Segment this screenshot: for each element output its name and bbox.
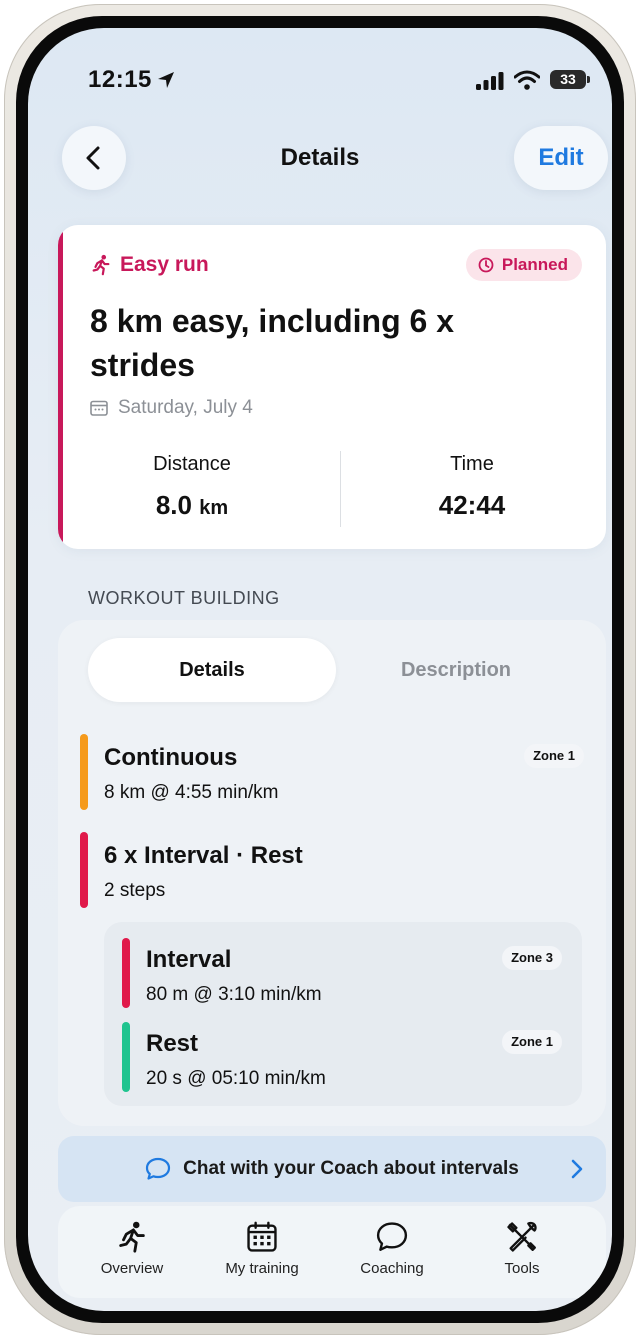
chat-bubble-icon [146,1157,171,1180]
step-repeat[interactable]: 6 x Interval · Rest 2 steps [80,832,584,910]
status-time: 12:15 [88,66,152,93]
step-name: Rest [146,1030,199,1057]
screen: 12:15 33 Details Edit Easy run Planned 8… [28,28,612,1311]
workout-type: Easy run [90,253,209,277]
workout-date-label: Saturday, July 4 [118,397,253,418]
step-name: 6 x Interval · Rest [104,842,303,869]
time-label: Time [450,453,494,475]
step-continuous[interactable]: Continuous 8 km @ 4:55 min/km Zone 1 [80,734,584,812]
tab-details[interactable]: Details [88,638,336,702]
distance-label: Distance [153,453,231,475]
workout-summary-card[interactable]: Easy run Planned 8 km easy, including 6 … [58,225,606,549]
nav-tools[interactable]: Tools [462,1220,582,1277]
section-label: WORKOUT BUILDING [88,588,280,608]
stat-divider [340,451,341,527]
distance-unit: km [199,497,229,519]
step-detail: 2 steps [104,880,166,901]
nav-overview[interactable]: Overview [72,1220,192,1277]
step-color-bar [80,734,88,810]
wifi-icon [514,70,540,90]
status-bar: 12:15 33 [28,28,612,118]
clock-icon [478,257,494,273]
nav-coaching[interactable]: Coaching [332,1220,452,1277]
step-color-bar [122,938,130,1008]
tools-icon [507,1221,537,1252]
calendar-small-icon [90,400,108,416]
step-name: Continuous [104,744,238,771]
workout-type-label: Easy run [120,253,209,276]
step-color-bar [80,832,88,908]
phone-bezel: 12:15 33 Details Edit Easy run Planned 8… [16,16,624,1323]
time-stat: Time 42:44 [342,453,602,521]
nav-label: Tools [504,1260,540,1277]
status-badge-label: Planned [501,255,568,274]
substep-interval[interactable]: Interval 80 m @ 3:10 min/km Zone 3 [122,938,562,1010]
edit-button[interactable]: Edit [514,126,608,190]
zone-badge: Zone 3 [502,946,562,970]
nav-label: Overview [100,1260,164,1277]
workout-title: 8 km easy, including 6 x strides [90,303,454,383]
cellular-signal-icon [476,72,504,90]
chevron-right-icon [571,1159,583,1179]
chat-bubble-icon [376,1222,408,1251]
nav-label: My training [225,1260,299,1277]
location-arrow-icon [158,72,174,88]
distance-value: 8.0 [155,490,192,520]
runner-icon [119,1221,145,1253]
repeat-substeps: Interval 80 m @ 3:10 min/km Zone 3 Rest … [104,922,582,1106]
nav-label: Coaching [360,1260,424,1277]
runner-icon [92,254,110,276]
step-detail: 8 km @ 4:55 min/km [104,782,279,803]
tab-description[interactable]: Description [336,638,576,702]
zone-badge: Zone 1 [502,1030,562,1054]
bottom-tab-bar: Overview My training Coaching Tools [58,1206,606,1298]
chat-coach-button[interactable]: Chat with your Coach about intervals [58,1136,606,1202]
phone-frame: 12:15 33 Details Edit Easy run Planned 8… [4,4,636,1335]
step-color-bar [122,1022,130,1092]
workout-building-panel: Details Description Continuous 8 km @ 4:… [58,620,606,1126]
distance-stat: Distance 8.0 km [62,453,322,521]
step-name: Interval [146,946,232,973]
chat-coach-label: Chat with your Coach about intervals [183,1158,519,1179]
battery-indicator: 33 [550,70,590,89]
workout-date: Saturday, July 4 [90,397,253,419]
nav-my-training[interactable]: My training [202,1220,322,1277]
substep-rest[interactable]: Rest 20 s @ 05:10 min/km Zone 1 [122,1022,562,1094]
step-detail: 20 s @ 05:10 min/km [146,1068,326,1089]
step-detail: 80 m @ 3:10 min/km [146,984,322,1005]
distance-value-row: 8.0 km [62,490,322,521]
zone-badge: Zone 1 [524,744,584,768]
status-badge: Planned [465,249,582,281]
calendar-icon [247,1221,277,1252]
time-value: 42:44 [438,490,506,520]
segmented-control: Details Description [88,638,576,702]
